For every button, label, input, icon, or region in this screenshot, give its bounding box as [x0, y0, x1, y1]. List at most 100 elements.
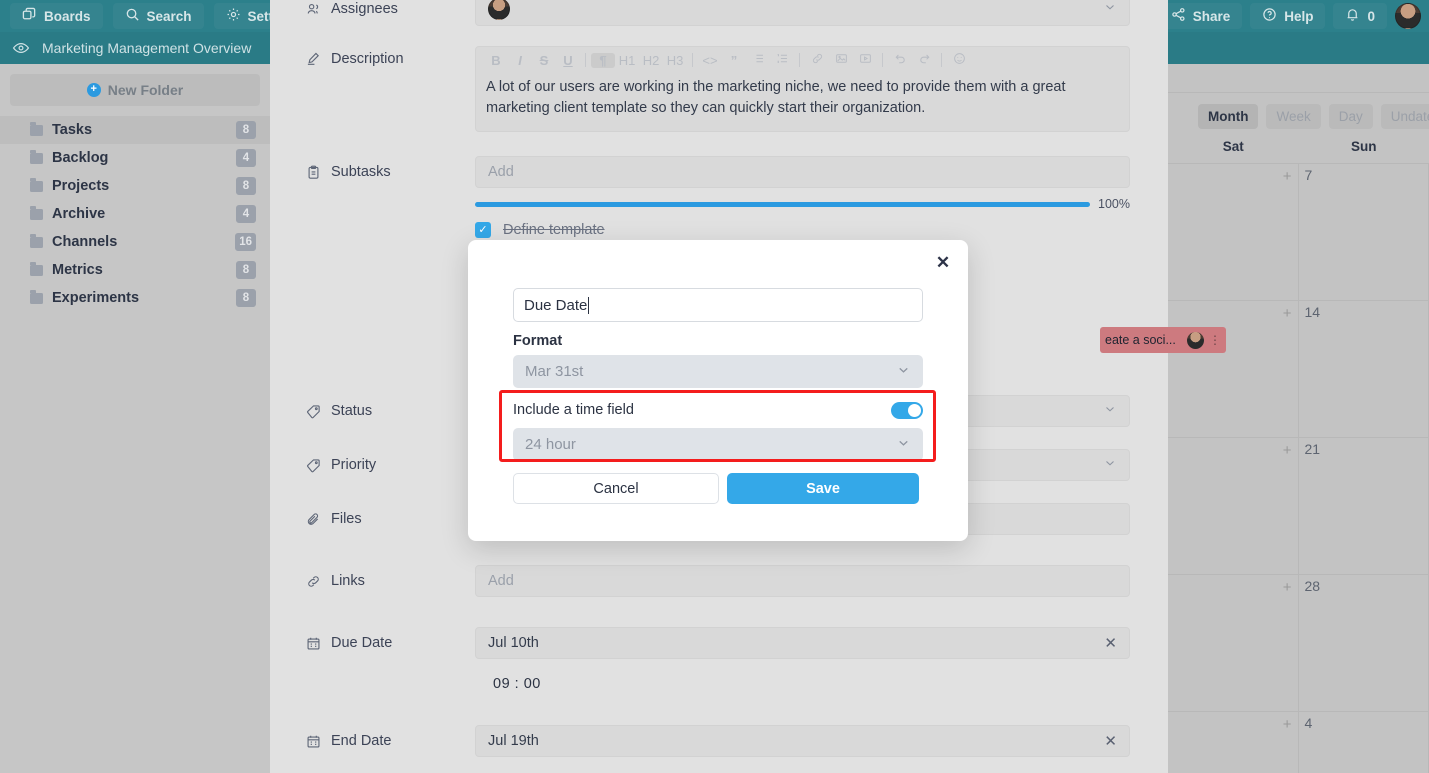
- sidebar-item-experiments[interactable]: Experiments 8: [0, 284, 270, 312]
- field-row-links: Links Add: [270, 565, 1168, 597]
- list-item[interactable]: ✓ Define template: [475, 222, 1130, 238]
- folder-icon: [30, 205, 43, 220]
- description-editor[interactable]: B I S U ¶ H1 H2 H3 <> ” A lot of our use…: [475, 46, 1130, 132]
- clear-due-date-icon[interactable]: ✕: [1104, 634, 1117, 652]
- plus-icon: +: [86, 83, 101, 97]
- calendar-cell[interactable]: +: [1168, 164, 1299, 300]
- sidebar-item-channels[interactable]: Channels 16: [0, 228, 270, 256]
- status-label-group: Status: [270, 395, 475, 427]
- calendar-cell[interactable]: + eate a soci... ⋮: [1100, 301, 1299, 437]
- bold-icon[interactable]: B: [484, 53, 508, 68]
- save-button[interactable]: Save: [727, 473, 919, 504]
- italic-icon[interactable]: I: [508, 53, 532, 68]
- modal-body: Due Date Format Mar 31st Include a time …: [468, 240, 968, 504]
- video-icon[interactable]: [853, 52, 877, 68]
- strikethrough-icon[interactable]: S: [532, 53, 556, 68]
- calendar-cell[interactable]: 4: [1299, 712, 1429, 773]
- heading3-icon[interactable]: H3: [663, 53, 687, 68]
- calendar-view-undated[interactable]: Undated It: [1380, 103, 1429, 129]
- due-date-input[interactable]: Jul 10th ✕: [475, 627, 1130, 659]
- nav-item-boards[interactable]: Boards: [10, 3, 103, 29]
- sidebar-item-projects[interactable]: Projects 8: [0, 172, 270, 200]
- paragraph-icon[interactable]: ¶: [591, 52, 615, 68]
- notifications-button[interactable]: 0: [1333, 3, 1387, 29]
- end-date-input[interactable]: Jul 19th ✕: [475, 725, 1130, 757]
- underline-icon[interactable]: U: [556, 53, 580, 68]
- subtask-add-input[interactable]: Add: [475, 156, 1130, 188]
- progress-control: 100%: [475, 197, 1168, 211]
- heading2-icon[interactable]: H2: [639, 53, 663, 68]
- new-folder-label: New Folder: [107, 82, 184, 98]
- link-icon[interactable]: [805, 52, 829, 68]
- assignees-select[interactable]: [475, 0, 1130, 26]
- add-event-icon[interactable]: +: [1283, 716, 1292, 733]
- search-icon: [125, 7, 140, 25]
- include-time-toggle[interactable]: [891, 401, 923, 419]
- checkbox-checked-icon[interactable]: ✓: [475, 222, 491, 238]
- sidebar-item-count: 4: [236, 205, 256, 223]
- format-select[interactable]: Mar 31st: [513, 355, 923, 388]
- calendar-cell[interactable]: 7: [1299, 164, 1429, 300]
- nav-item-search[interactable]: Search: [112, 3, 204, 29]
- calendar-event[interactable]: eate a soci... ⋮: [1100, 327, 1226, 353]
- description-text[interactable]: A lot of our users are working in the ma…: [476, 73, 1129, 131]
- cancel-button[interactable]: Cancel: [513, 473, 719, 504]
- sidebar-item-backlog[interactable]: Backlog 4: [0, 144, 270, 172]
- calendar-cell[interactable]: +: [1168, 438, 1299, 574]
- add-event-icon[interactable]: +: [1283, 579, 1292, 596]
- close-icon[interactable]: ✕: [932, 252, 954, 274]
- calendar-view-day[interactable]: Day: [1328, 103, 1373, 129]
- add-event-icon[interactable]: +: [1283, 442, 1292, 459]
- sidebar-item-archive[interactable]: Archive 4: [0, 200, 270, 228]
- time-format-select[interactable]: 24 hour: [513, 428, 923, 461]
- editor-toolbar: B I S U ¶ H1 H2 H3 <> ”: [476, 47, 1129, 73]
- event-menu-icon[interactable]: ⋮: [1209, 333, 1221, 347]
- heading1-icon[interactable]: H1: [615, 53, 639, 68]
- code-icon[interactable]: <>: [698, 53, 722, 68]
- due-time-spacer: [270, 676, 475, 692]
- sidebar-item-tasks[interactable]: Tasks 8: [0, 116, 270, 144]
- calendar-view-day-label: Day: [1338, 108, 1363, 124]
- folder-list: Tasks 8 Backlog 4 Projects 8 Archive 4 C…: [0, 116, 270, 312]
- files-label-group: Files: [270, 503, 475, 535]
- due-date-time-value[interactable]: 09 : 00: [475, 676, 1130, 692]
- new-folder-button[interactable]: + New Folder: [10, 74, 260, 106]
- quote-icon[interactable]: ”: [722, 53, 746, 68]
- field-name-input[interactable]: Due Date: [513, 288, 923, 322]
- tag-icon: [306, 458, 321, 473]
- share-button[interactable]: Share: [1158, 3, 1243, 29]
- avatar[interactable]: [1395, 3, 1421, 29]
- subtasks-control: Add: [475, 156, 1168, 188]
- sidebar-item-count: 16: [235, 233, 256, 251]
- links-add-input[interactable]: Add: [475, 565, 1130, 597]
- clear-end-date-icon[interactable]: ✕: [1104, 732, 1117, 750]
- list-bullet-icon[interactable]: [746, 52, 770, 68]
- calendar-day-headers: Sat Sun: [1168, 139, 1429, 163]
- help-button[interactable]: Help: [1250, 3, 1326, 29]
- calendar-cell[interactable]: 21: [1299, 438, 1429, 574]
- add-event-icon[interactable]: +: [1283, 168, 1292, 185]
- calendar-day-header-sun: Sun: [1351, 139, 1377, 154]
- calendar-cell[interactable]: +: [1168, 575, 1299, 711]
- add-event-icon[interactable]: +: [1283, 305, 1292, 322]
- assignee-avatar: [488, 0, 510, 20]
- toolbar-divider: [692, 53, 693, 67]
- emoji-icon[interactable]: [947, 52, 971, 68]
- list-ordered-icon[interactable]: [770, 52, 794, 68]
- sidebar-item-metrics[interactable]: Metrics 8: [0, 256, 270, 284]
- pencil-icon: [306, 51, 321, 66]
- eye-icon[interactable]: [12, 39, 30, 57]
- undo-icon[interactable]: [888, 52, 912, 68]
- calendar-cell[interactable]: 14: [1299, 301, 1429, 437]
- help-button-label: Help: [1284, 8, 1314, 24]
- priority-label-group: Priority: [270, 449, 475, 481]
- calendar-cell[interactable]: 28: [1299, 575, 1429, 711]
- redo-icon[interactable]: [912, 52, 936, 68]
- image-icon[interactable]: [829, 52, 853, 68]
- toolbar-divider: [585, 53, 586, 67]
- format-label: Format: [513, 333, 563, 349]
- calendar-view-week[interactable]: Week: [1266, 103, 1321, 129]
- calendar-cell[interactable]: +: [1168, 712, 1299, 773]
- sidebar-item-label: Channels: [52, 234, 118, 250]
- calendar-view-month[interactable]: Month: [1198, 103, 1259, 129]
